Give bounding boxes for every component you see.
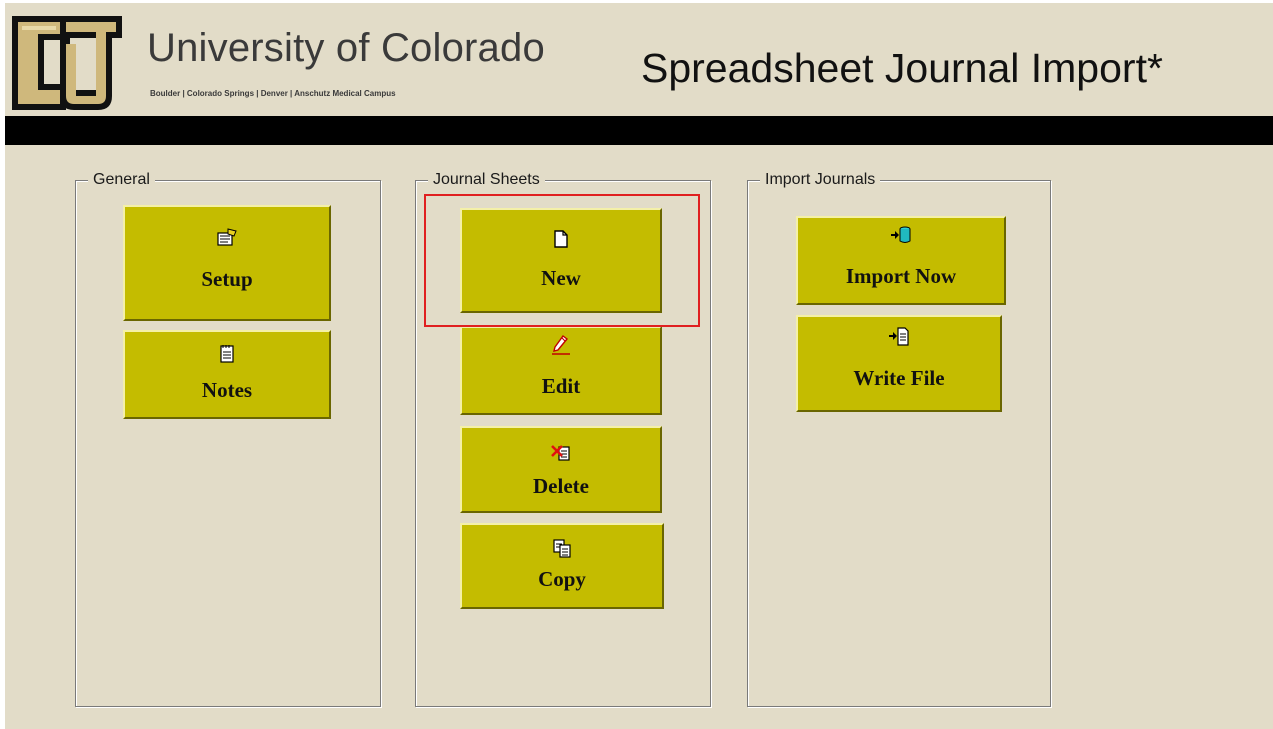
campus-list: Boulder | Colorado Springs | Denver | An… (150, 89, 396, 98)
setup-button-label: Setup (201, 267, 253, 291)
org-name: University of Colorado (147, 26, 545, 70)
setup-button[interactable]: Setup (123, 205, 331, 321)
new-document-icon (554, 230, 568, 248)
setup-form-icon (217, 228, 237, 246)
write-file-button-label: Write File (853, 366, 945, 390)
notepad-icon (220, 345, 234, 363)
app-title: Spreadsheet Journal Import* (641, 45, 1163, 91)
import-now-button-label: Import Now (845, 264, 957, 288)
import-database-icon (891, 226, 911, 243)
import-journals-group-label: Import Journals (760, 170, 881, 190)
copy-button[interactable]: Copy (460, 523, 664, 609)
notes-button-label: Notes (201, 378, 253, 402)
notes-button[interactable]: Notes (123, 330, 331, 419)
import-now-button[interactable]: Import Now (796, 216, 1006, 305)
cu-logo (12, 16, 122, 110)
new-button-label: New (541, 266, 581, 290)
delete-x-icon (551, 445, 570, 461)
delete-button[interactable]: Delete (460, 426, 662, 513)
header-divider-bar (5, 116, 1273, 145)
edit-button-label: Edit (541, 374, 581, 398)
pencil-icon (552, 335, 570, 355)
app-window: University of Colorado Boulder | Colorad… (5, 3, 1273, 729)
write-file-icon (889, 327, 909, 346)
header: University of Colorado Boulder | Colorad… (5, 3, 1273, 115)
delete-button-label: Delete (533, 474, 589, 498)
write-file-button[interactable]: Write File (796, 315, 1002, 412)
copy-button-label: Copy (538, 567, 586, 591)
new-button[interactable]: New (460, 208, 662, 313)
copy-documents-icon (553, 539, 571, 558)
general-group-label: General (88, 170, 155, 190)
journal-sheets-group-label: Journal Sheets (428, 170, 545, 190)
edit-button[interactable]: Edit (460, 326, 662, 415)
